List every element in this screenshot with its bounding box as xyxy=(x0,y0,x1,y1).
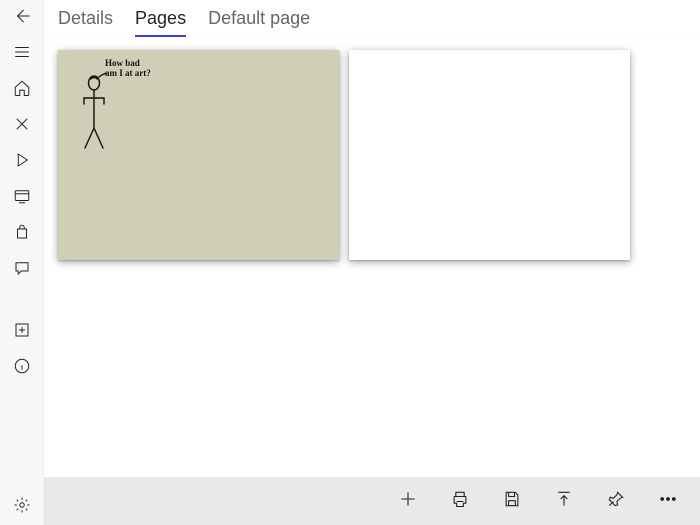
app-root: Details Pages Default page xyxy=(0,0,700,525)
add-square-icon xyxy=(13,321,31,344)
play-button[interactable] xyxy=(0,144,44,180)
main: Details Pages Default page xyxy=(44,0,700,525)
tab-details[interactable]: Details xyxy=(58,6,113,35)
tab-bar: Details Pages Default page xyxy=(44,0,700,40)
export-button[interactable] xyxy=(550,487,578,515)
shuffle-button[interactable] xyxy=(0,108,44,144)
print-icon xyxy=(450,489,470,514)
chat-icon xyxy=(13,259,31,282)
more-icon xyxy=(658,489,678,514)
menu-icon xyxy=(13,43,31,66)
save-icon xyxy=(502,489,522,514)
sidebar-bottom xyxy=(0,489,43,525)
add-icon xyxy=(398,489,418,514)
play-icon xyxy=(13,151,31,174)
pin-icon xyxy=(606,489,626,514)
chat-button[interactable] xyxy=(0,252,44,288)
sidebar-top xyxy=(0,0,43,386)
back-icon xyxy=(13,7,31,30)
screen-button[interactable] xyxy=(0,180,44,216)
print-button[interactable] xyxy=(446,487,474,515)
home-button[interactable] xyxy=(0,72,44,108)
sketch-text: How bad am I at art? xyxy=(105,58,151,78)
more-button[interactable] xyxy=(654,487,682,515)
add-page-button[interactable] xyxy=(0,314,44,350)
info-button[interactable] xyxy=(0,350,44,386)
shuffle-icon xyxy=(13,115,31,138)
box-icon xyxy=(13,223,31,246)
sketch-drawing: How bad am I at art? xyxy=(58,50,339,260)
sidebar-spacer xyxy=(0,288,43,314)
save-button[interactable] xyxy=(498,487,526,515)
add-button[interactable] xyxy=(394,487,422,515)
export-up-icon xyxy=(554,489,574,514)
settings-icon xyxy=(13,496,31,519)
info-icon xyxy=(13,357,31,380)
tab-pages[interactable]: Pages xyxy=(135,6,186,37)
sidebar xyxy=(0,0,44,525)
store-button[interactable] xyxy=(0,216,44,252)
tab-default-page[interactable]: Default page xyxy=(208,6,310,35)
page-thumbnail-2[interactable] xyxy=(349,50,630,260)
pin-button[interactable] xyxy=(602,487,630,515)
screen-icon xyxy=(13,187,31,210)
bottom-toolbar xyxy=(44,477,700,525)
settings-button[interactable] xyxy=(0,489,44,525)
menu-button[interactable] xyxy=(0,36,44,72)
page-grid: How bad am I at art? xyxy=(44,40,700,477)
home-icon xyxy=(13,79,31,102)
back-button[interactable] xyxy=(0,0,44,36)
sketch-text-line1: How bad xyxy=(105,58,140,68)
sketch-text-line2: am I at art? xyxy=(105,68,151,78)
page-thumbnail-1[interactable]: How bad am I at art? xyxy=(58,50,339,260)
